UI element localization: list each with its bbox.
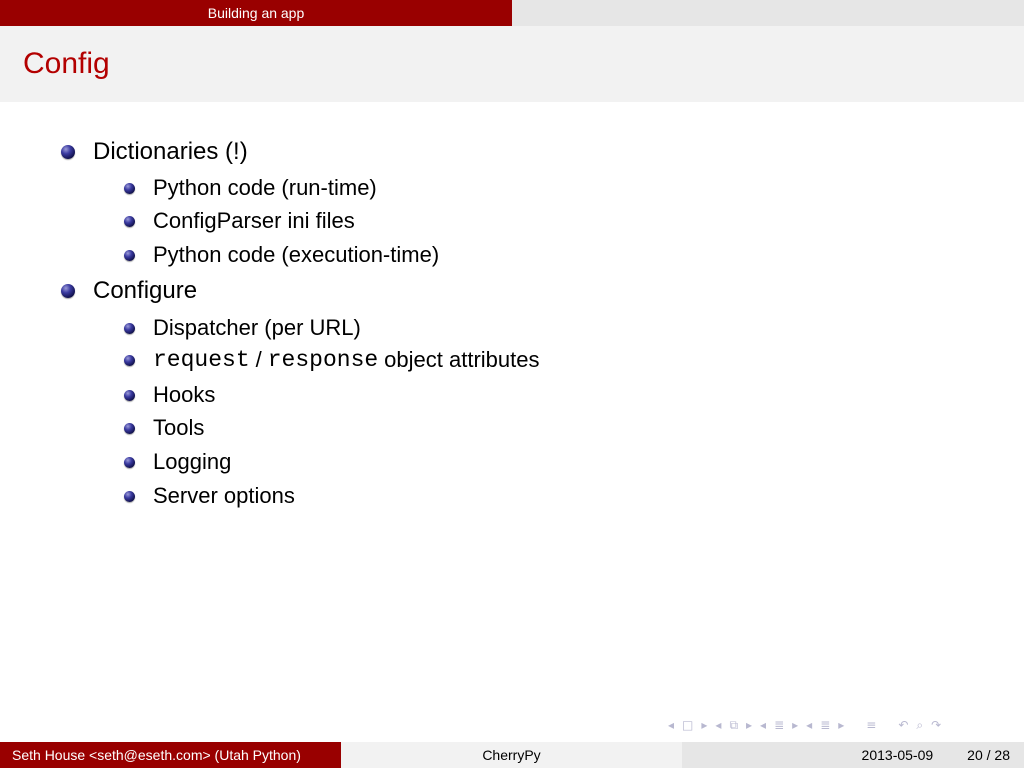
sub-bullet-label: Python code (run-time) <box>153 175 377 200</box>
sub-bullet-item: request / response object attributes <box>124 347 539 373</box>
nav-next-subsection-icon[interactable]: ▸ <box>746 718 752 732</box>
header-bar: Building an app <box>0 0 1024 26</box>
section-title[interactable]: Building an app <box>0 0 512 26</box>
bullet-ball-icon <box>124 422 135 434</box>
sub-bullet-item: Python code (run-time) <box>124 175 377 201</box>
sub-bullet-label: Dispatcher (per URL) <box>153 315 361 340</box>
nav-subsection-icon[interactable]: ⧉ <box>729 718 738 733</box>
bullet-ball-icon <box>124 322 135 334</box>
nav-prev-subsection-icon[interactable]: ◂ <box>715 718 721 732</box>
nav-frame-icon[interactable]: □ <box>682 718 693 732</box>
nav-section-icon[interactable]: ≣ <box>820 718 830 732</box>
code-separator: / <box>255 347 262 372</box>
bullet-label: Dictionaries (!) <box>93 138 248 165</box>
code-response: response <box>267 347 379 373</box>
sub-bullet-item: Tools <box>124 415 204 441</box>
bullet-ball-icon <box>124 456 135 468</box>
nav-forward-icon[interactable]: ↷ <box>931 718 941 732</box>
bullet-label: Configure <box>93 277 198 304</box>
sub-bullet-label: Tools <box>153 415 205 440</box>
nav-section-icon[interactable]: ≣ <box>774 718 784 732</box>
sub-bullet-label: Logging <box>153 449 232 474</box>
frame-title: Config <box>23 47 110 80</box>
footer-bar: Seth House <seth@eseth.com> (Utah Python… <box>0 742 1024 768</box>
sub-bullet-label: Python code (execution-time) <box>153 242 440 267</box>
sub-bullet-label: Server options <box>153 483 295 508</box>
nav-prev-frame-icon[interactable]: ◂ <box>668 718 674 732</box>
nav-next-frame-icon[interactable]: ▸ <box>701 718 707 732</box>
nav-next-section-icon[interactable]: ▸ <box>792 718 798 732</box>
sub-bullet-item: Server options <box>124 483 295 509</box>
nav-search-icon[interactable]: ⌕ <box>916 718 923 733</box>
nav-prev-section-icon[interactable]: ◂ <box>806 718 812 732</box>
code-request: request <box>153 347 250 373</box>
footer-author: Seth House <seth@eseth.com> (Utah Python… <box>0 742 341 768</box>
slide-content: Dictionaries (!) Python code (run-time) … <box>0 102 1024 722</box>
bullet-ball-icon <box>124 215 135 227</box>
bullet-ball-icon <box>124 249 135 261</box>
footer-date: 2013-05-09 <box>861 747 934 763</box>
bullet-ball-icon <box>124 182 135 194</box>
bullet-ball-icon <box>124 490 135 502</box>
header-filler <box>512 0 1024 26</box>
sub-bullet-item: Hooks <box>124 382 215 408</box>
frame-title-bar: Config <box>0 26 1024 102</box>
bullet-item: Dictionaries (!) <box>61 138 248 166</box>
footer-title: CherryPy <box>341 742 682 768</box>
sub-bullet-label: object attributes <box>384 347 540 372</box>
bullet-ball-icon <box>61 284 75 298</box>
footer-page-number: 20 / 28 <box>967 747 1010 763</box>
footer-date-page: 2013-05-09 20 / 28 <box>682 742 1024 768</box>
sub-bullet-item: Logging <box>124 449 231 475</box>
navigation-symbols: ◂ □ ▸ ◂ ⧉ ▸ ◂ ≣ ▸ ◂ ≣ ▸ ≡ ↶ ⌕ ↷ <box>668 714 1016 736</box>
nav-document-icon[interactable]: ≡ <box>866 718 876 732</box>
bullet-item: Configure <box>61 277 197 305</box>
sub-bullet-label: ConfigParser ini files <box>153 208 355 233</box>
sub-bullet-item: ConfigParser ini files <box>124 208 355 234</box>
sub-bullet-item: Python code (execution-time) <box>124 242 439 268</box>
sub-bullet-label: Hooks <box>153 382 216 407</box>
bullet-ball-icon <box>124 354 135 366</box>
nav-next-section-icon[interactable]: ▸ <box>838 718 844 732</box>
nav-back-icon[interactable]: ↶ <box>898 718 908 732</box>
bullet-ball-icon <box>124 389 135 401</box>
bullet-ball-icon <box>61 145 75 159</box>
sub-bullet-item: Dispatcher (per URL) <box>124 315 361 341</box>
nav-prev-section-icon[interactable]: ◂ <box>760 718 766 732</box>
